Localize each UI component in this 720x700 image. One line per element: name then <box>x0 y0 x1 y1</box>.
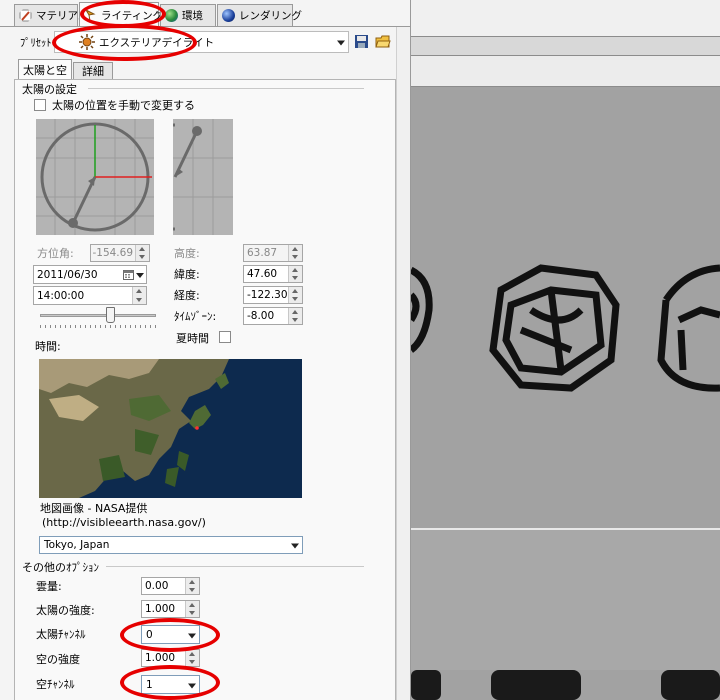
timezone-label: ﾀｲﾑｿﾞｰﾝ: <box>174 310 217 323</box>
tab-baseline <box>0 26 410 27</box>
tab-rendering[interactable]: レンダリング <box>217 4 302 26</box>
chevron-down-icon <box>337 40 345 46</box>
tab-environment[interactable]: 環境 <box>160 4 216 26</box>
azimuth-compass[interactable] <box>36 119 154 235</box>
longitude-label: 経度: <box>174 289 200 302</box>
time-spin-buttons[interactable] <box>132 287 146 304</box>
timezone-spin-buttons[interactable] <box>288 308 302 324</box>
cloud-spin-buttons[interactable] <box>185 578 199 594</box>
world-map[interactable] <box>39 359 302 498</box>
rendering-icon <box>222 9 235 22</box>
subtab-sun-sky[interactable]: 太陽と空 <box>18 59 72 79</box>
time-stepper[interactable]: 14:00:00 <box>33 286 147 305</box>
lighting-icon <box>84 8 96 21</box>
cloud-stepper[interactable]: 0.00 <box>141 577 200 595</box>
altitude-gauge[interactable] <box>173 119 233 235</box>
calendar-icon[interactable] <box>123 269 134 280</box>
sun-intensity-spin-buttons[interactable] <box>185 601 199 617</box>
chevron-down-icon <box>188 683 196 688</box>
altitude-spin-buttons[interactable] <box>288 245 302 261</box>
sky-intensity-label: 空の強度 <box>36 653 80 666</box>
time-slider[interactable] <box>40 307 156 329</box>
azimuth-label: 方位角: <box>37 247 74 260</box>
chevron-down-icon <box>291 543 299 549</box>
open-folder-icon[interactable] <box>375 34 391 49</box>
environment-icon <box>165 9 178 22</box>
manual-sun-label: 太陽の位置を手動で変更する <box>52 99 195 112</box>
other-section-title: その他のｵﾌﾟｼｮﾝ <box>22 561 99 574</box>
slider-thumb[interactable] <box>106 307 115 323</box>
altitude-label: 高度: <box>174 247 200 260</box>
sun-section-title: 太陽の設定 <box>22 83 77 96</box>
render-preview <box>411 264 720 392</box>
render-preview-bottom <box>411 670 720 700</box>
sky-channel-label: 空ﾁｬﾝﾈﾙ <box>36 678 75 691</box>
lighting-panel: マテリアル ライティング 環境 レンダリング ﾌﾟﾘｾｯﾄ エクステリアデイライ… <box>0 0 411 700</box>
save-icon[interactable] <box>354 34 369 49</box>
sun-preset-icon <box>79 34 95 50</box>
azimuth-stepper[interactable]: -154.69 <box>90 244 150 262</box>
date-picker[interactable]: 2011/06/30 <box>33 265 147 284</box>
section-divider <box>106 566 364 567</box>
dst-label: 夏時間 <box>176 332 209 345</box>
azimuth-spin-buttons[interactable] <box>135 245 149 261</box>
section-divider <box>88 88 364 89</box>
tab-lighting[interactable]: ライティング <box>79 2 163 27</box>
latitude-spin-buttons[interactable] <box>288 266 302 282</box>
altitude-stepper[interactable]: 63.87 <box>243 244 303 262</box>
viewport-toolbar-2 <box>411 37 720 56</box>
dst-checkbox[interactable] <box>219 331 231 343</box>
preset-value: エクステリアデイライト <box>99 36 215 49</box>
latitude-stepper[interactable]: 47.60 <box>243 265 303 283</box>
sky-channel-select[interactable]: 1 <box>141 675 200 694</box>
subtab-detail[interactable]: 詳細 <box>73 62 113 79</box>
location-select[interactable]: Tokyo, Japan <box>39 536 303 554</box>
cloud-label: 雲量: <box>36 580 62 593</box>
viewport-header <box>411 56 720 87</box>
map-caption-line1: 地図画像 - NASA提供 <box>40 502 148 515</box>
sky-intensity-spin-buttons[interactable] <box>185 650 199 666</box>
tab-material[interactable]: マテリアル <box>14 4 88 26</box>
manual-sun-checkbox[interactable] <box>34 99 46 111</box>
slider-track <box>40 314 156 317</box>
slider-ticks <box>40 325 156 328</box>
timezone-stepper[interactable]: -8.00 <box>243 307 303 325</box>
chevron-down-icon[interactable] <box>136 273 144 278</box>
sky-intensity-stepper[interactable]: 1.000 <box>141 649 200 667</box>
sun-channel-select[interactable]: 0 <box>141 625 200 644</box>
chevron-down-icon <box>188 633 196 638</box>
viewport-toolbar <box>411 0 720 37</box>
material-icon <box>19 9 32 22</box>
longitude-stepper[interactable]: -122.30 <box>243 286 303 304</box>
preset-label: ﾌﾟﾘｾｯﾄ <box>20 37 52 49</box>
sun-intensity-stepper[interactable]: 1.000 <box>141 600 200 618</box>
panel-scroll-gutter <box>396 27 410 700</box>
sun-channel-label: 太陽ﾁｬﾝﾈﾙ <box>36 628 86 641</box>
map-caption-line2: (http://visibleearth.nasa.gov/) <box>42 516 206 529</box>
sun-intensity-label: 太陽の強度: <box>36 604 95 617</box>
time-label: 時間: <box>35 340 61 353</box>
preset-select[interactable]: エクステリアデイライト <box>54 31 349 53</box>
render-viewport[interactable] <box>411 0 720 700</box>
latitude-label: 緯度: <box>174 268 200 281</box>
longitude-spin-buttons[interactable] <box>288 287 302 303</box>
viewport-lower-area <box>411 530 720 670</box>
